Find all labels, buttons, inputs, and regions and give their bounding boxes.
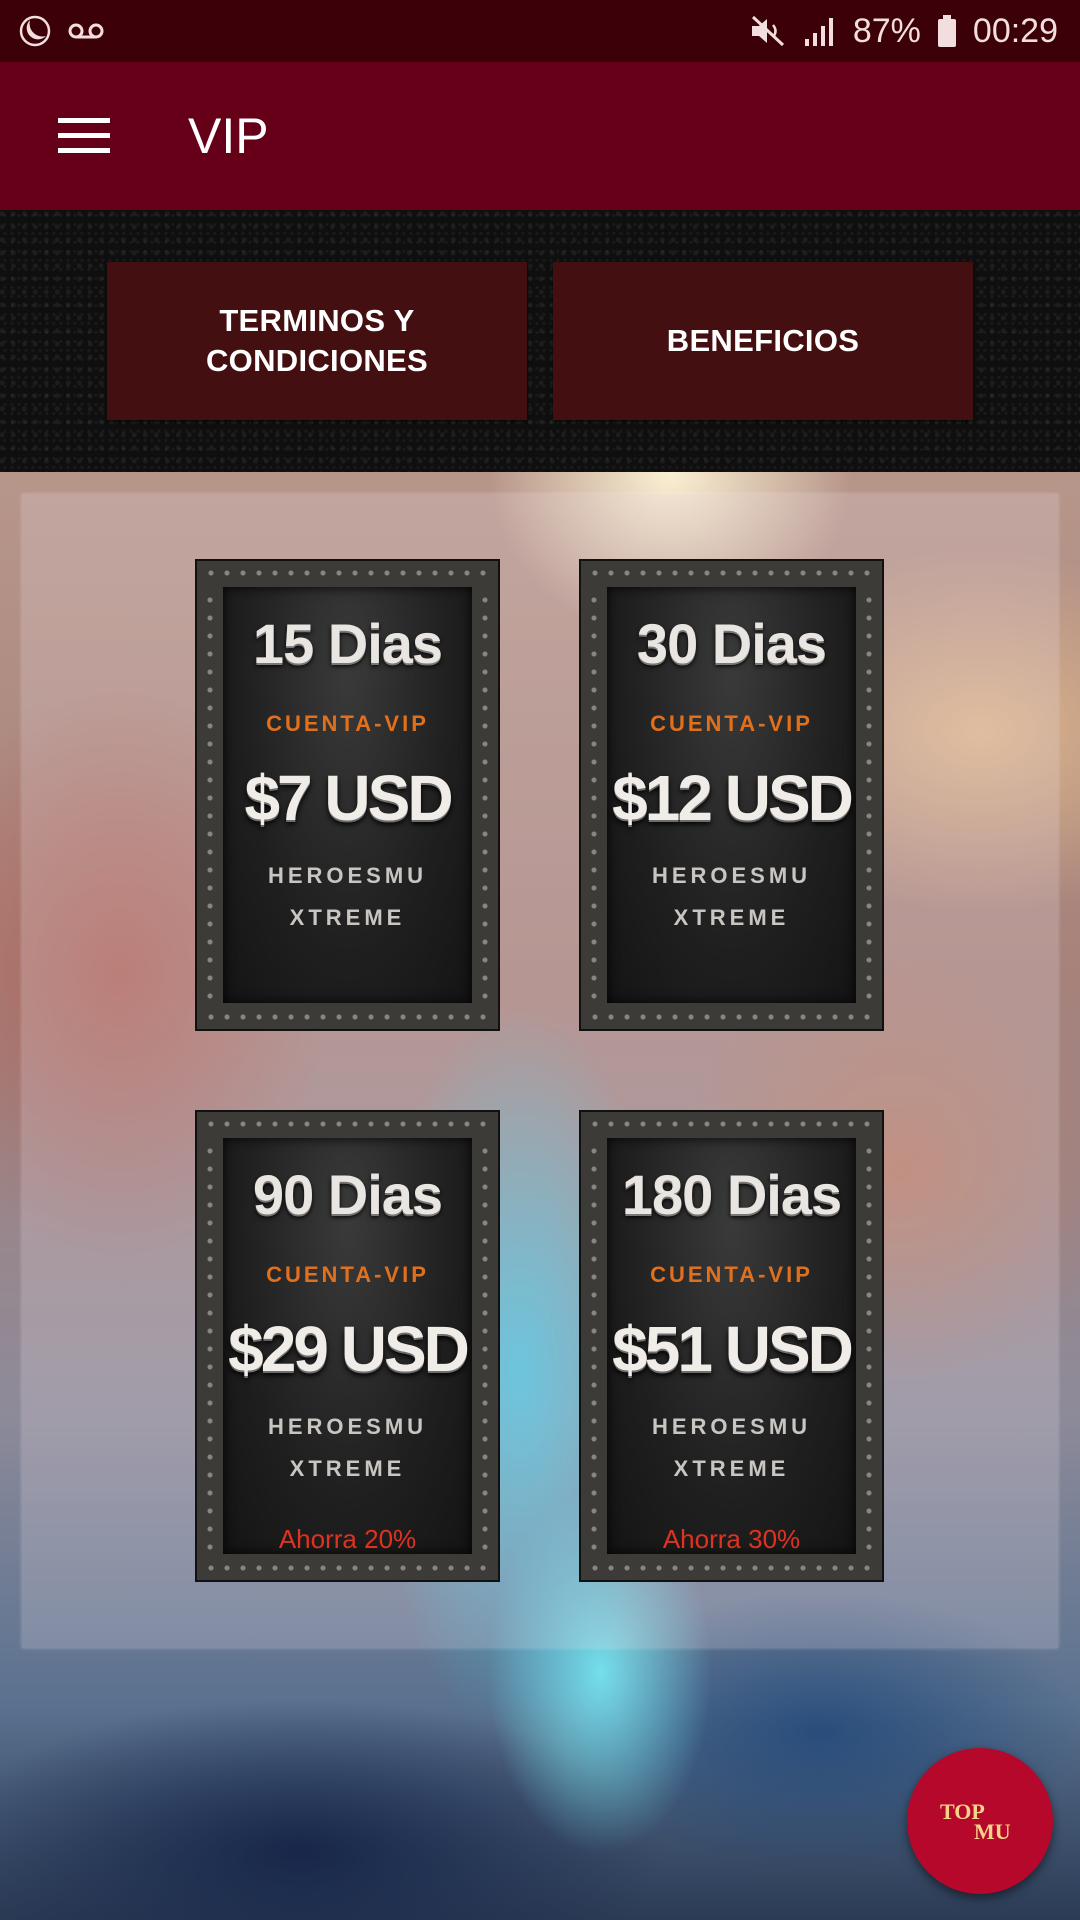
plan-price: $29 USD <box>228 1313 470 1385</box>
plans-panel <box>22 494 1058 1648</box>
rivets <box>481 1142 489 1550</box>
rivets <box>587 1013 876 1021</box>
terms-label-line1: TERMINOS Y <box>219 303 415 338</box>
card-content: 15 Dias CUENTA-VIP $7 USD HEROESMU XTREM… <box>223 587 472 1003</box>
rivets <box>865 1142 873 1550</box>
page-title: VIP <box>188 108 269 164</box>
plan-type: CUENTA-VIP <box>266 711 429 736</box>
rivets <box>203 569 492 577</box>
vip-plan-card-90-days[interactable]: 90 Dias CUENTA-VIP $29 USD HEROESMU XTRE… <box>195 1110 500 1582</box>
plan-brand-line2: XTREME <box>289 1456 406 1481</box>
status-bar-right: 87% 00:29 <box>749 12 1058 51</box>
button-band: TERMINOS Y CONDICIONES BENEFICIOS <box>0 210 1080 472</box>
plan-price: $51 USD <box>612 1313 854 1385</box>
plan-savings: Ahorra 30% <box>662 1524 801 1554</box>
plan-type: CUENTA-VIP <box>650 1262 813 1287</box>
card-content: 30 Dias CUENTA-VIP $12 USD HEROESMU XTRE… <box>607 587 856 1003</box>
rivets <box>590 1142 598 1550</box>
topmu-logo-icon: TOP MU <box>940 1791 1020 1851</box>
plan-brand-line1: HEROESMU <box>651 1414 812 1439</box>
status-bar: 87% 00:29 <box>0 0 1080 62</box>
plan-type: CUENTA-VIP <box>650 711 813 736</box>
signal-icon <box>803 15 837 47</box>
hamburger-menu-button[interactable] <box>24 76 144 196</box>
plan-type: CUENTA-VIP <box>266 1262 429 1287</box>
plan-brand-line2: XTREME <box>289 905 406 930</box>
topmu-fab-button[interactable]: TOP MU <box>907 1748 1053 1894</box>
vip-plan-card-30-days[interactable]: 30 Dias CUENTA-VIP $12 USD HEROESMU XTRE… <box>579 559 884 1031</box>
terms-label-line2: CONDICIONES <box>205 343 429 378</box>
status-bar-left <box>18 14 104 48</box>
vip-plan-card-180-days[interactable]: 180 Dias CUENTA-VIP $51 USD HEROESMU XTR… <box>579 1110 884 1582</box>
rivets <box>587 1120 876 1128</box>
rivets <box>481 591 489 999</box>
rivets <box>203 1564 492 1572</box>
plan-brand-line2: XTREME <box>673 1456 790 1481</box>
plan-brand-line1: HEROESMU <box>267 863 428 888</box>
app-bar: VIP <box>0 62 1080 210</box>
card-content: 90 Dias CUENTA-VIP $29 USD HEROESMU XTRE… <box>223 1138 472 1554</box>
plan-brand-line2: XTREME <box>673 905 790 930</box>
rivets <box>587 1564 876 1572</box>
vip-plan-card-15-days[interactable]: 15 Dias CUENTA-VIP $7 USD HEROESMU XTREM… <box>195 559 500 1031</box>
plan-brand-line1: HEROESMU <box>651 863 812 888</box>
plan-brand-line1: HEROESMU <box>267 1414 428 1439</box>
terms-and-conditions-button[interactable]: TERMINOS Y CONDICIONES <box>107 262 527 420</box>
plan-days: 30 Dias <box>636 612 827 675</box>
rivets <box>206 1142 214 1550</box>
clock: 00:29 <box>972 11 1058 50</box>
rivets <box>865 591 873 999</box>
hamburger-menu-icon <box>58 118 110 153</box>
mute-icon <box>749 14 787 48</box>
moon-icon <box>18 14 52 48</box>
benefits-button[interactable]: BENEFICIOS <box>553 262 973 420</box>
plan-days: 15 Dias <box>252 612 443 675</box>
battery-icon <box>937 14 957 48</box>
voicemail-icon <box>68 20 104 42</box>
rivets <box>587 569 876 577</box>
rivets <box>206 591 214 999</box>
battery-percent: 87% <box>852 11 921 50</box>
plan-savings: Ahorra 20% <box>278 1524 417 1554</box>
logo-text-bottom: MU <box>974 1819 1011 1844</box>
card-content: 180 Dias CUENTA-VIP $51 USD HEROESMU XTR… <box>607 1138 856 1554</box>
plan-price: $12 USD <box>612 762 854 834</box>
plan-price: $7 USD <box>244 762 453 834</box>
rivets <box>590 591 598 999</box>
rivets <box>203 1013 492 1021</box>
plan-days: 180 Dias <box>621 1163 842 1226</box>
plan-days: 90 Dias <box>252 1163 443 1226</box>
rivets <box>203 1120 492 1128</box>
